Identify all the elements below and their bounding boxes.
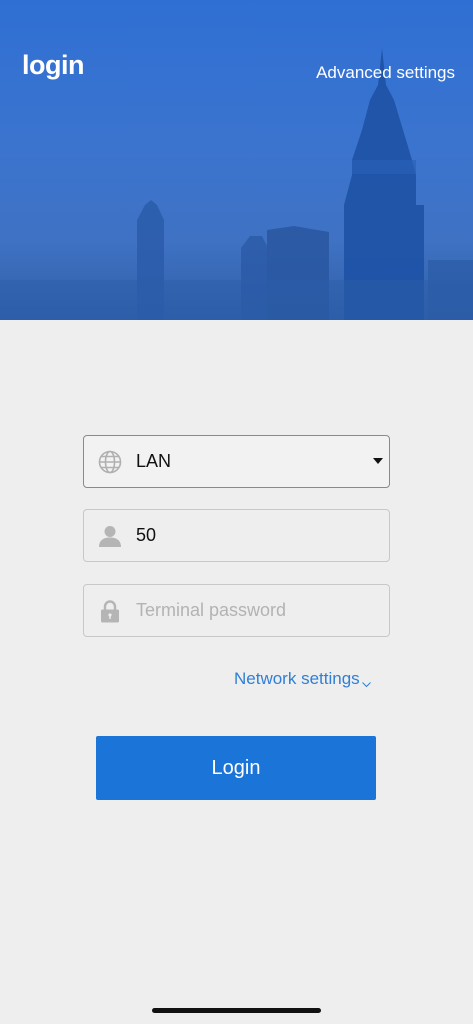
password-field[interactable] <box>83 584 390 637</box>
city-skyline-image <box>0 48 473 320</box>
password-input[interactable] <box>136 600 366 621</box>
network-settings-toggle[interactable]: Network settings <box>234 669 371 693</box>
user-icon <box>98 524 122 548</box>
advanced-settings-link[interactable]: Advanced settings <box>316 63 455 83</box>
terminal-id-field[interactable]: 50 <box>83 509 390 562</box>
chevron-down-icon <box>361 673 371 693</box>
network-settings-label: Network settings <box>234 669 360 688</box>
lock-icon <box>98 599 122 623</box>
dropdown-caret-icon <box>373 458 383 464</box>
connection-type-select[interactable]: LAN <box>83 435 390 488</box>
globe-icon <box>98 450 122 474</box>
terminal-id-value: 50 <box>136 525 157 545</box>
connection-type-value: LAN <box>136 451 172 471</box>
login-button[interactable]: Login <box>96 736 376 800</box>
home-indicator[interactable] <box>152 1008 321 1013</box>
page-title: login <box>22 50 84 80</box>
header-banner: login Advanced settings <box>0 0 473 320</box>
